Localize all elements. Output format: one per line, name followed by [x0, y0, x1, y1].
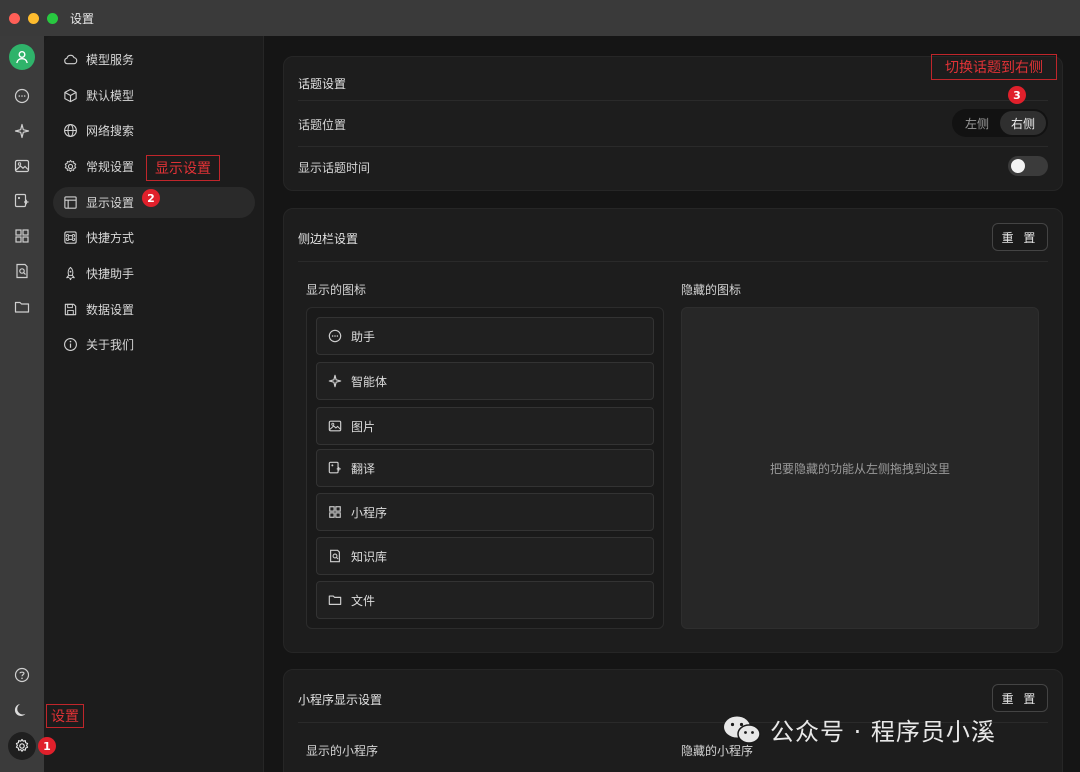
annotation-badge-1: 1 — [38, 737, 56, 755]
list-item-agents[interactable]: 智能体 — [316, 362, 654, 400]
list-item-label: 助手 — [351, 329, 376, 344]
list-item-knowledge-base[interactable]: 知识库 — [316, 537, 654, 575]
nav-item-data[interactable]: 数据设置 — [53, 294, 255, 325]
dropzone-placeholder: 把要隐藏的功能从左侧拖拽到这里 — [769, 461, 950, 476]
list-item-label: 文件 — [351, 593, 376, 608]
toggle-knob — [1011, 159, 1025, 173]
list-item-translate[interactable]: 翻译 — [316, 449, 654, 487]
miniapp-reset-button[interactable]: 重 置 — [992, 684, 1048, 712]
grid-icon — [328, 505, 342, 519]
segment-right[interactable]: 右侧 — [1000, 111, 1046, 135]
annotation-badge-3: 3 — [1008, 86, 1026, 104]
divider — [298, 261, 1048, 262]
nav-item-shortcuts[interactable]: 快捷方式 — [53, 222, 255, 253]
translate-icon — [328, 461, 342, 475]
gear-icon — [15, 738, 29, 752]
annotation-label-2: 显示设置 — [146, 155, 220, 181]
folder-icon — [328, 593, 342, 607]
shown-icons-list: 助手 智能体 图片 翻译 小程序 知识库 文件 — [306, 307, 664, 629]
nav-item-web-search[interactable]: 网络搜索 — [53, 115, 255, 146]
sidebar-settings-card: 侧边栏设置 重 置 显示的图标 隐藏的图标 助手 智能体 图片 翻译 小程序 知… — [283, 208, 1063, 653]
nav-item-label: 数据设置 — [86, 303, 135, 317]
sidebar-reset-button[interactable]: 重 置 — [992, 223, 1048, 251]
settings-nav: 模型服务 默认模型 网络搜索 常规设置 显示设置 快捷方式 快捷助手 数据设置 … — [44, 36, 264, 772]
watermark-text: 公众号 · 程序员小溪 — [770, 718, 996, 746]
save-icon — [62, 302, 78, 318]
segment-left[interactable]: 左侧 — [954, 111, 1000, 135]
list-item-mini-programs[interactable]: 小程序 — [316, 493, 654, 531]
card-title: 话题设置 — [298, 77, 347, 91]
list-item-label: 小程序 — [351, 505, 388, 520]
close-window-button[interactable] — [9, 12, 20, 24]
image-icon[interactable] — [12, 156, 32, 176]
watermark: 公众号 · 程序员小溪 — [722, 712, 996, 747]
nav-item-label: 快捷方式 — [86, 231, 135, 245]
shown-icons-title: 显示的图标 — [306, 283, 367, 297]
rocket-icon — [62, 266, 78, 282]
nav-item-default-model[interactable]: 默认模型 — [53, 80, 255, 111]
card-title: 侧边栏设置 — [298, 232, 359, 246]
nav-item-label: 关于我们 — [86, 338, 135, 352]
settings-button[interactable] — [8, 732, 36, 760]
annotation-label-1: 设置 — [46, 704, 84, 728]
zoom-window-button[interactable] — [47, 12, 58, 24]
knowledge-doc-icon[interactable] — [12, 261, 32, 281]
sparkle-icon — [328, 374, 342, 388]
folder-icon[interactable] — [12, 297, 32, 317]
nav-item-about[interactable]: 关于我们 — [53, 329, 255, 360]
cloud-icon — [62, 52, 78, 68]
annotation-badge-2: 2 — [142, 189, 160, 207]
show-topic-time-label: 显示话题时间 — [298, 161, 371, 175]
title-bar: 设置 — [0, 0, 1080, 36]
nav-item-label: 默认模型 — [86, 89, 135, 103]
wechat-logo-icon — [724, 716, 761, 744]
grid-icon[interactable] — [12, 226, 32, 246]
user-icon — [16, 51, 28, 64]
translate-icon[interactable] — [12, 191, 32, 211]
shown-miniapps-title: 显示的小程序 — [306, 744, 379, 758]
list-item-files[interactable]: 文件 — [316, 581, 654, 619]
divider — [298, 100, 1048, 101]
card-title: 小程序显示设置 — [298, 693, 383, 707]
info-icon — [62, 337, 78, 353]
nav-item-quick-assistant[interactable]: 快捷助手 — [53, 258, 255, 289]
show-topic-time-toggle[interactable] — [1008, 156, 1048, 176]
list-item-label: 智能体 — [351, 374, 388, 389]
nav-item-label: 常规设置 — [86, 160, 135, 174]
settings-content: 话题设置 话题位置 左侧 右侧 显示话题时间 侧边栏设置 重 置 显示的图标 隐… — [264, 36, 1080, 772]
moon-icon[interactable] — [12, 700, 32, 720]
nav-item-label: 快捷助手 — [86, 267, 135, 281]
list-item-label: 翻译 — [351, 461, 376, 476]
list-item-images[interactable]: 图片 — [316, 407, 654, 445]
hidden-icons-title: 隐藏的图标 — [681, 283, 742, 297]
icon-rail — [0, 36, 44, 772]
nav-item-model-service[interactable]: 模型服务 — [53, 44, 255, 75]
minimize-window-button[interactable] — [28, 12, 39, 24]
chat-bubble-icon — [328, 329, 342, 343]
list-item-label: 知识库 — [351, 549, 388, 564]
cube-icon — [62, 88, 78, 104]
avatar[interactable] — [9, 44, 35, 70]
topic-position-segmented: 左侧 右侧 — [952, 109, 1048, 137]
topic-position-label: 话题位置 — [298, 118, 347, 132]
nav-item-label: 模型服务 — [86, 53, 135, 67]
nav-item-label: 网络搜索 — [86, 124, 135, 138]
divider — [298, 146, 1048, 147]
help-circle-icon[interactable] — [12, 665, 32, 685]
window-controls — [9, 12, 58, 24]
chat-bubble-icon[interactable] — [12, 86, 32, 106]
globe-icon — [62, 123, 78, 139]
list-item-label: 图片 — [351, 419, 376, 434]
window-title: 设置 — [70, 11, 95, 26]
layout-icon — [62, 195, 78, 211]
sparkle-icon[interactable] — [12, 121, 32, 141]
list-item-assistant[interactable]: 助手 — [316, 317, 654, 355]
hidden-icons-dropzone[interactable]: 把要隐藏的功能从左侧拖拽到这里 — [681, 307, 1039, 629]
gear-icon — [62, 159, 78, 175]
command-icon — [62, 230, 78, 246]
annotation-label-3: 切换话题到右侧 — [931, 54, 1057, 80]
image-icon — [328, 419, 342, 433]
knowledge-doc-icon — [328, 549, 342, 563]
nav-item-label: 显示设置 — [86, 196, 135, 210]
